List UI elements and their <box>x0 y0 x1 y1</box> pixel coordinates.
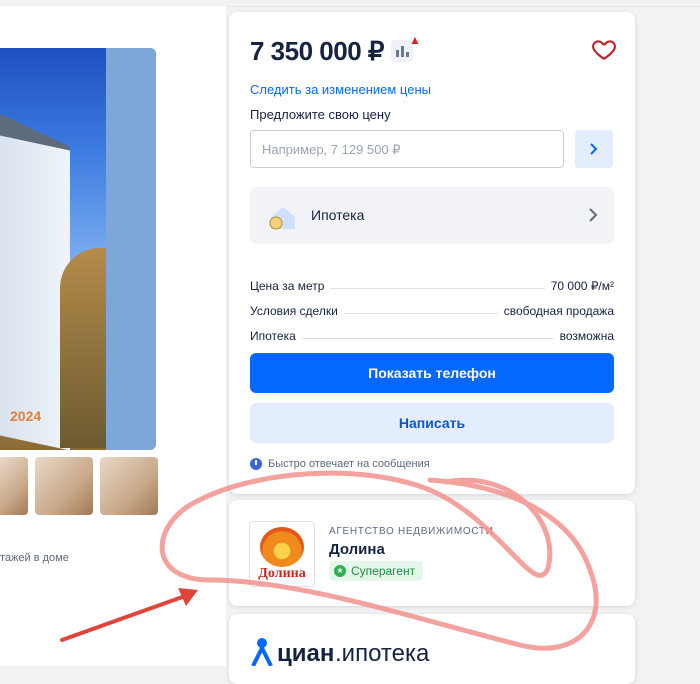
offer-price-input[interactable] <box>250 130 564 168</box>
cian-logo-icon <box>251 638 273 666</box>
next-photo-preview[interactable] <box>106 48 156 450</box>
superagent-badge: ★ Суперагент <box>329 561 424 581</box>
param-row: Ипотека возможна <box>250 329 614 343</box>
agency-name[interactable]: Долина <box>329 541 385 558</box>
star-icon: ★ <box>334 565 346 577</box>
price: 7 350 000 ₽ <box>250 36 384 66</box>
cian-mortgage-card[interactable]: циан .ипотека <box>229 614 635 684</box>
offer-label: Предложите свою цену <box>250 107 391 122</box>
floors-info: тажей в доме <box>0 552 69 564</box>
quick-reply-note: Быстро отвечает на сообщения <box>250 458 430 470</box>
mortgage-label: Ипотека <box>311 207 365 223</box>
cian-sub: .ипотека <box>335 640 430 667</box>
offer-submit-button[interactable] <box>575 130 613 168</box>
write-message-button[interactable]: Написать <box>250 403 614 443</box>
price-up-icon: ▲ <box>409 33 421 47</box>
agent-card[interactable]: Долина АГЕНТСТВО НЕДВИЖИМОСТИ Долина ★ С… <box>229 500 635 606</box>
param-row: Условия сделки свободная продажа <box>250 304 614 318</box>
cian-brand: циан <box>277 640 335 667</box>
agency-logo[interactable]: Долина <box>249 521 315 587</box>
thumbnail[interactable] <box>0 457 28 515</box>
param-row: Цена за метр 70 000 ₽/м² <box>250 279 614 293</box>
thumbnail[interactable] <box>35 457 93 515</box>
params-list: Цена за метр 70 000 ₽/м² Условия сделки … <box>250 268 614 343</box>
thumbnail[interactable] <box>100 457 158 515</box>
house-coin-icon <box>269 207 295 230</box>
mortgage-banner[interactable]: Ипотека <box>250 187 614 244</box>
chevron-right-icon <box>589 208 598 222</box>
favorite-heart-icon[interactable] <box>591 36 617 62</box>
photo-thumbnails <box>0 457 158 515</box>
photo-stamp: 2024 <box>10 408 42 424</box>
clock-icon <box>250 458 262 470</box>
follow-price-link[interactable]: Следить за изменением цены <box>250 82 431 97</box>
main-photo[interactable]: 2024 <box>0 48 156 450</box>
show-phone-button[interactable]: Показать телефон <box>250 353 614 393</box>
agency-type: АГЕНТСТВО НЕДВИЖИМОСТИ <box>329 526 494 537</box>
price-card: 7 350 000 ₽ ▲ Следить за изменением цены… <box>229 12 635 494</box>
chevron-right-icon <box>590 143 598 155</box>
